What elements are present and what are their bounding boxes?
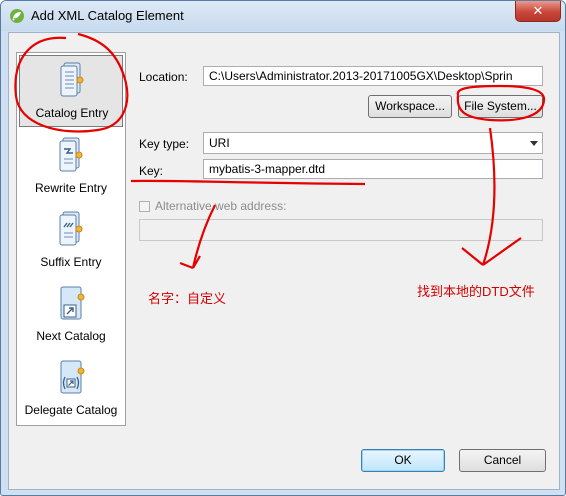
key-input[interactable]: mybatis-3-mapper.dtd bbox=[203, 159, 543, 179]
rewrite-entry-icon bbox=[59, 137, 83, 172]
catalog-entry-form: Location: C:\Users\Administrator.2013-20… bbox=[132, 52, 550, 424]
window-title: Add XML Catalog Element bbox=[31, 8, 184, 23]
ok-button[interactable]: OK bbox=[361, 449, 445, 472]
catalog-item-label: Delegate Catalog bbox=[24, 403, 118, 417]
alternative-address-checkbox[interactable] bbox=[139, 201, 150, 212]
next-catalog-icon bbox=[60, 286, 85, 320]
catalog-item-label: Next Catalog bbox=[36, 329, 106, 343]
key-type-value: URI bbox=[209, 136, 230, 150]
catalog-item-suffix-entry[interactable]: Suffix Entry bbox=[19, 205, 123, 275]
dialog-window: Add XML Catalog Element ✕ Catalog Entry bbox=[0, 0, 566, 496]
alternative-address-label: Alternative web address: bbox=[155, 199, 287, 213]
spring-app-icon bbox=[10, 9, 24, 23]
file-system-button[interactable]: File System... bbox=[458, 95, 543, 118]
annotation-key-note: 名字：自定义 bbox=[148, 291, 227, 306]
key-label: Key: bbox=[139, 164, 164, 178]
key-type-label: Key type: bbox=[139, 137, 190, 151]
annotation-file-note: 找到本地的DTD文件 bbox=[417, 284, 535, 299]
catalog-item-catalog-entry[interactable]: Catalog Entry bbox=[19, 55, 123, 127]
suffix-entry-icon bbox=[59, 211, 83, 246]
key-type-select[interactable]: URI bbox=[203, 132, 543, 154]
catalog-item-delegate-catalog[interactable]: Delegate Catalog bbox=[19, 353, 123, 423]
chevron-down-icon bbox=[530, 141, 538, 146]
workspace-button[interactable]: Workspace... bbox=[368, 95, 452, 118]
dialog-client-area: Catalog Entry Rewrite Entry Suffix Entry… bbox=[8, 32, 560, 490]
close-button[interactable]: ✕ bbox=[515, 1, 561, 22]
catalog-entry-icon bbox=[60, 62, 84, 97]
cancel-button[interactable]: Cancel bbox=[459, 449, 546, 472]
catalog-item-label: Catalog Entry bbox=[35, 106, 109, 120]
delegate-catalog-icon bbox=[60, 360, 85, 394]
alternative-address-input[interactable] bbox=[139, 219, 543, 241]
close-icon: ✕ bbox=[532, 3, 544, 18]
catalog-item-label: Suffix Entry bbox=[40, 255, 102, 269]
catalog-item-rewrite-entry[interactable]: Rewrite Entry bbox=[19, 131, 123, 201]
title-bar[interactable]: Add XML Catalog Element ✕ bbox=[1, 1, 565, 31]
catalog-item-next-catalog[interactable]: Next Catalog bbox=[19, 279, 123, 349]
location-input[interactable]: C:\Users\Administrator.2013-20171005GX\D… bbox=[203, 66, 543, 86]
catalog-element-list: Catalog Entry Rewrite Entry Suffix Entry… bbox=[16, 52, 126, 426]
location-label: Location: bbox=[139, 70, 188, 84]
catalog-item-label: Rewrite Entry bbox=[34, 181, 108, 195]
